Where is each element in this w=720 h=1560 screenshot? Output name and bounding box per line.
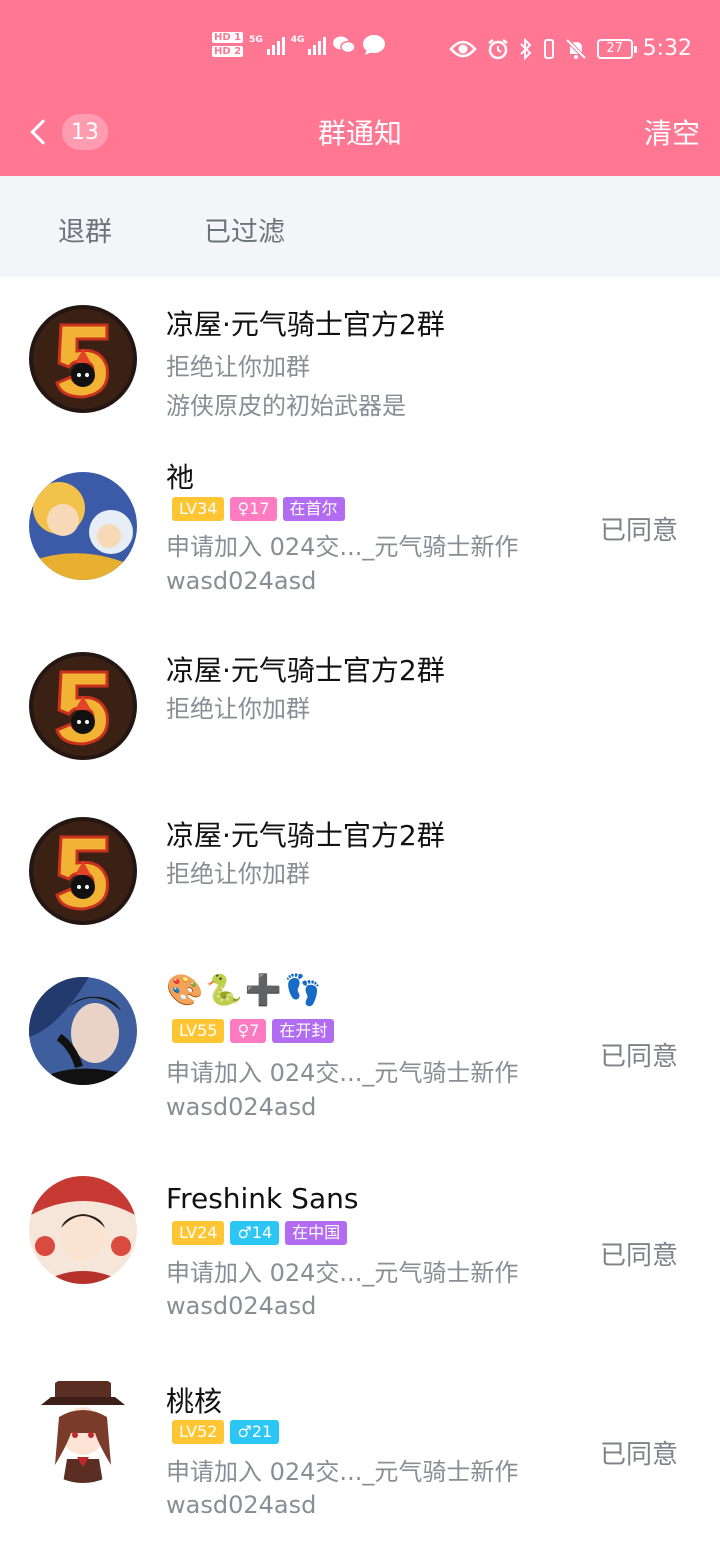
item-message: 申请加入 024交..._元气骑士新作	[166, 1059, 519, 1087]
header: HD 1 HD 2 5G 4G 27 5:32 13 群通知 清空	[0, 0, 720, 176]
avatar[interactable]	[29, 652, 137, 760]
item-title: 🎨🐍➕👣	[166, 973, 324, 1008]
avatar[interactable]	[29, 817, 137, 925]
status-badge: 已同意	[599, 516, 678, 546]
item-message: 拒绝让你加群	[166, 353, 310, 381]
gender-age-tag: ♀7	[230, 1019, 267, 1043]
avatar[interactable]	[29, 472, 137, 580]
tab-quit-group[interactable]: 退群	[58, 210, 112, 249]
avatar[interactable]	[29, 305, 137, 413]
user-tags: LV24 ♂14 在中国	[172, 1221, 348, 1245]
item-title: Freshink Sans	[166, 1182, 359, 1215]
list-item[interactable]: 🎨🐍➕👣 LV55 ♀7 在开封 申请加入 024交..._元气骑士新作 was…	[0, 973, 720, 1179]
item-detail: wasd024asd	[166, 1292, 317, 1320]
nav-bar: 13 群通知 清空	[0, 100, 720, 176]
filter-tabs: 退群 已过滤	[0, 176, 720, 277]
battery-indicator: 27	[596, 38, 637, 59]
status-badge: 已同意	[599, 1042, 678, 1072]
item-detail: 游侠原皮的初始武器是	[166, 392, 406, 420]
signal-icon-2: 4G	[291, 35, 327, 55]
status-badge: 已同意	[599, 1440, 678, 1470]
item-message: 申请加入 024交..._元气骑士新作	[166, 1259, 519, 1287]
list-item[interactable]: 桃核 LV52 ♂21 申请加入 024交..._元气骑士新作 wasd024a…	[0, 1375, 720, 1560]
unread-count-badge: 13	[62, 114, 108, 150]
chat-bubble-icon	[363, 34, 386, 55]
notification-list: 凉屋·元气骑士官方2群 拒绝让你加群 游侠原皮的初始武器是 祂 LV34 ♀17…	[0, 277, 720, 1560]
status-badge: 已同意	[599, 1241, 678, 1271]
avatar[interactable]	[29, 977, 137, 1085]
group-avatar-image	[29, 652, 137, 760]
hd-indicators: HD 1 HD 2	[212, 32, 244, 57]
location-tag: 在中国	[285, 1221, 348, 1245]
chevron-left-icon	[30, 119, 56, 145]
clear-button[interactable]: 清空	[644, 112, 700, 152]
user-avatar-image	[29, 472, 137, 580]
item-title: 凉屋·元气骑士官方2群	[166, 819, 445, 852]
item-detail: wasd024asd	[166, 567, 317, 595]
bluetooth-icon	[519, 37, 532, 60]
user-avatar-image	[29, 1375, 137, 1483]
gender-age-tag: ♀17	[230, 497, 277, 521]
status-bar: HD 1 HD 2 5G 4G 27 5:32	[0, 0, 720, 100]
list-item[interactable]: 凉屋·元气骑士官方2群 拒绝让你加群 游侠原皮的初始武器是	[0, 277, 720, 453]
item-title: 桃核	[166, 1385, 223, 1418]
level-tag: LV24	[172, 1221, 225, 1245]
list-item[interactable]: 凉屋·元气骑士官方2群 拒绝让你加群	[0, 649, 720, 814]
item-message: 申请加入 024交..._元气骑士新作	[166, 533, 519, 561]
user-avatar-image	[29, 1176, 137, 1284]
page-title: 群通知	[317, 117, 402, 150]
item-message: 申请加入 024交..._元气骑士新作	[166, 1458, 519, 1486]
alarm-icon	[487, 38, 508, 59]
list-item[interactable]: 祂 LV34 ♀17 在首尔 申请加入 024交..._元气骑士新作 wasd0…	[0, 453, 720, 649]
group-avatar-image	[29, 305, 137, 413]
location-tag: 在首尔	[282, 497, 345, 521]
user-tags: LV55 ♀7 在开封	[172, 1019, 335, 1043]
item-title: 祂	[166, 461, 195, 494]
vibrate-icon	[543, 38, 554, 59]
item-message: 拒绝让你加群	[166, 695, 310, 723]
gender-age-tag: ♂14	[230, 1221, 280, 1245]
item-message: 拒绝让你加群	[166, 860, 310, 888]
avatar[interactable]	[29, 1375, 137, 1483]
list-item[interactable]: Freshink Sans LV24 ♂14 在中国 申请加入 024交..._…	[0, 1176, 720, 1378]
signal-icon: 5G	[249, 35, 285, 55]
network-type-2: 4G	[290, 34, 305, 45]
user-tags: LV34 ♀17 在首尔	[172, 497, 345, 521]
item-title: 凉屋·元气骑士官方2群	[166, 308, 445, 341]
status-left: HD 1 HD 2 5G 4G	[212, 32, 386, 57]
group-avatar-image	[29, 817, 137, 925]
user-avatar-image	[29, 977, 137, 1085]
item-detail: wasd024asd	[166, 1093, 317, 1121]
list-item[interactable]: 凉屋·元气骑士官方2群 拒绝让你加群	[0, 814, 720, 980]
location-tag: 在开封	[272, 1019, 335, 1043]
back-button[interactable]: 13	[24, 110, 108, 154]
item-detail: wasd024asd	[166, 1491, 317, 1519]
eye-icon	[448, 40, 477, 57]
user-tags: LV52 ♂21	[172, 1420, 280, 1444]
network-type-1: 5G	[249, 34, 263, 45]
bell-off-icon	[565, 38, 587, 59]
level-tag: LV34	[172, 497, 225, 521]
level-tag: LV55	[172, 1019, 225, 1043]
clock: 5:32	[642, 36, 692, 61]
gender-age-tag: ♂21	[230, 1420, 280, 1444]
hd1-indicator: HD 1	[212, 32, 244, 43]
hd2-indicator: HD 2	[212, 46, 244, 57]
tab-filtered[interactable]: 已过滤	[204, 210, 285, 249]
level-tag: LV52	[172, 1420, 225, 1444]
item-title: 凉屋·元气骑士官方2群	[166, 654, 445, 687]
status-right: 27 5:32	[448, 36, 692, 61]
wechat-icon	[333, 36, 357, 53]
avatar[interactable]	[29, 1176, 137, 1284]
